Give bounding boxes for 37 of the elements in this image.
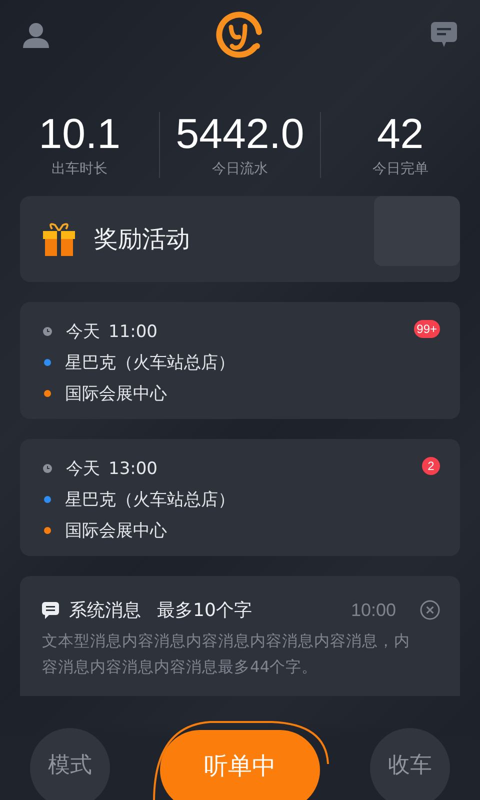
stat-label: 今日完单 [372,160,428,178]
pickup-dot [44,496,51,503]
message-subtitle: 最多10个字 [157,599,252,622]
gift-icon [42,222,76,256]
destination-address: 国际会展中心 [65,383,167,405]
order-card[interactable]: 今天 13:00 星巴克（火车站总店） 国际会展中心 2 [20,439,460,556]
count-badge: 99+ [414,320,440,338]
reward-title: 奖励活动 [94,224,190,255]
stat-value: 5442.0 [176,112,304,156]
logo-icon [215,10,265,60]
destination-dot [44,390,51,397]
clock-icon [43,327,52,336]
message-title: 系统消息 [69,599,141,622]
message-icon[interactable] [430,21,458,49]
stat-label: 今日流水 [212,160,268,178]
pickup-address: 星巴克（火车站总店） [65,489,235,511]
destination-dot [44,527,51,534]
clock-icon [43,464,52,473]
pickup-address: 星巴克（火车站总店） [65,352,235,374]
destination-address: 国际会展中心 [65,520,167,542]
order-card[interactable]: 今天 11:00 星巴克（火车站总店） 国际会展中心 99+ [20,302,460,419]
stop-button[interactable]: 收车 [370,728,450,800]
stat-value: 10.1 [38,112,121,156]
order-time: 今天 11:00 [66,321,158,343]
stat-value: 42 [376,112,424,156]
close-icon[interactable] [420,600,440,620]
order-time: 今天 13:00 [66,458,158,480]
chat-icon [42,602,59,618]
stat-label: 出车时长 [52,160,108,178]
reward-card[interactable]: 奖励活动 [20,196,460,282]
pickup-dot [44,359,51,366]
count-badge: 2 [422,457,440,475]
mode-button[interactable]: 模式 [30,728,110,800]
message-time: 10:00 [350,600,396,620]
profile-icon[interactable] [22,22,50,48]
message-body: 文本型消息内容消息内容消息内容消息内容消息，内容消息内容消息内容消息最多44个字。 [42,631,411,678]
message-card[interactable]: 系统消息 最多10个字 10:00 文本型消息内容消息内容消息内容消息内容消息，内容消息内容消息内容消息最多44个字。 [20,576,460,696]
